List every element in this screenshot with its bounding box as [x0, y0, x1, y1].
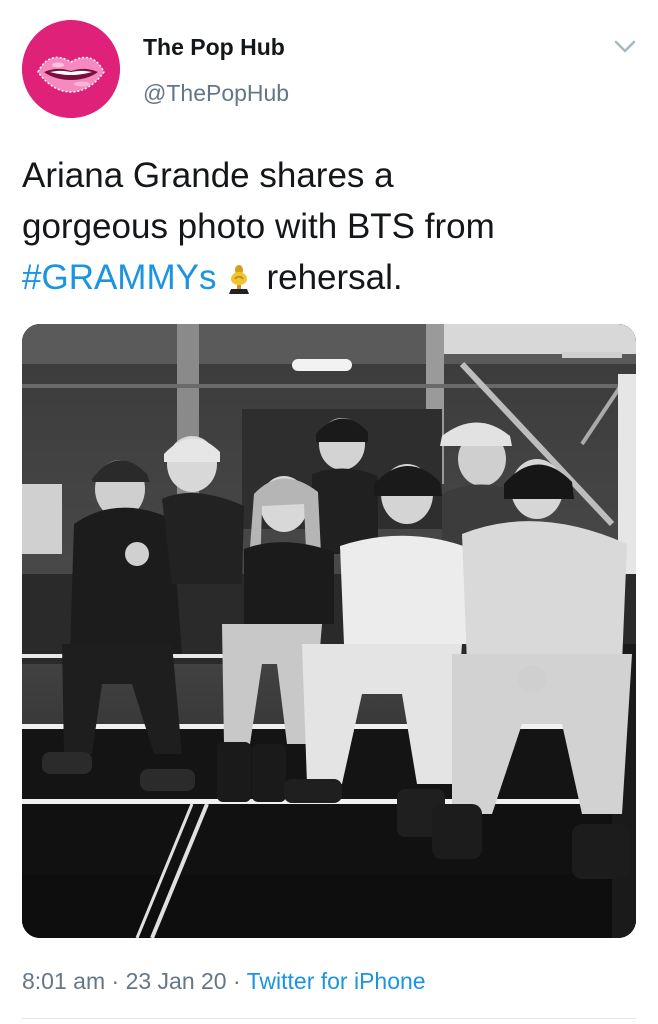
divider: [22, 1018, 636, 1019]
grammy-trophy-icon: [226, 258, 252, 309]
lips-icon: [22, 20, 120, 118]
author-handle[interactable]: @ThePopHub: [143, 80, 289, 107]
meta-separator: ·: [226, 968, 247, 994]
tweet-text-line-3-rest: rehersal.: [266, 258, 403, 297]
tweet-card: The Pop Hub @ThePopHub Ariana Grande sha…: [0, 0, 658, 1024]
hashtag-link[interactable]: #GRAMMYs: [22, 258, 216, 297]
group-photo: [22, 324, 636, 938]
tweet-time: 8:01 am: [22, 968, 106, 994]
tweet-text-line-3: #GRAMMYs rehersal.: [22, 252, 632, 309]
tweet-source-link[interactable]: Twitter for iPhone: [247, 968, 426, 994]
avatar[interactable]: [22, 20, 120, 118]
tweet-menu-button[interactable]: [612, 36, 638, 56]
tweet-date[interactable]: 23 Jan 20: [126, 968, 227, 994]
meta-separator: ·: [105, 968, 126, 994]
chevron-down-icon: [614, 40, 636, 53]
tweet-text-line-1: Ariana Grande shares a: [22, 156, 394, 195]
tweet-text-line-2: gorgeous photo with BTS from: [22, 207, 495, 246]
tweet-text: Ariana Grande shares a gorgeous photo wi…: [22, 150, 632, 309]
tweet-meta: 8:01 am · 23 Jan 20 · Twitter for iPhone: [22, 968, 426, 995]
tweet-photo[interactable]: [22, 324, 636, 938]
author-display-name[interactable]: The Pop Hub: [143, 34, 285, 61]
